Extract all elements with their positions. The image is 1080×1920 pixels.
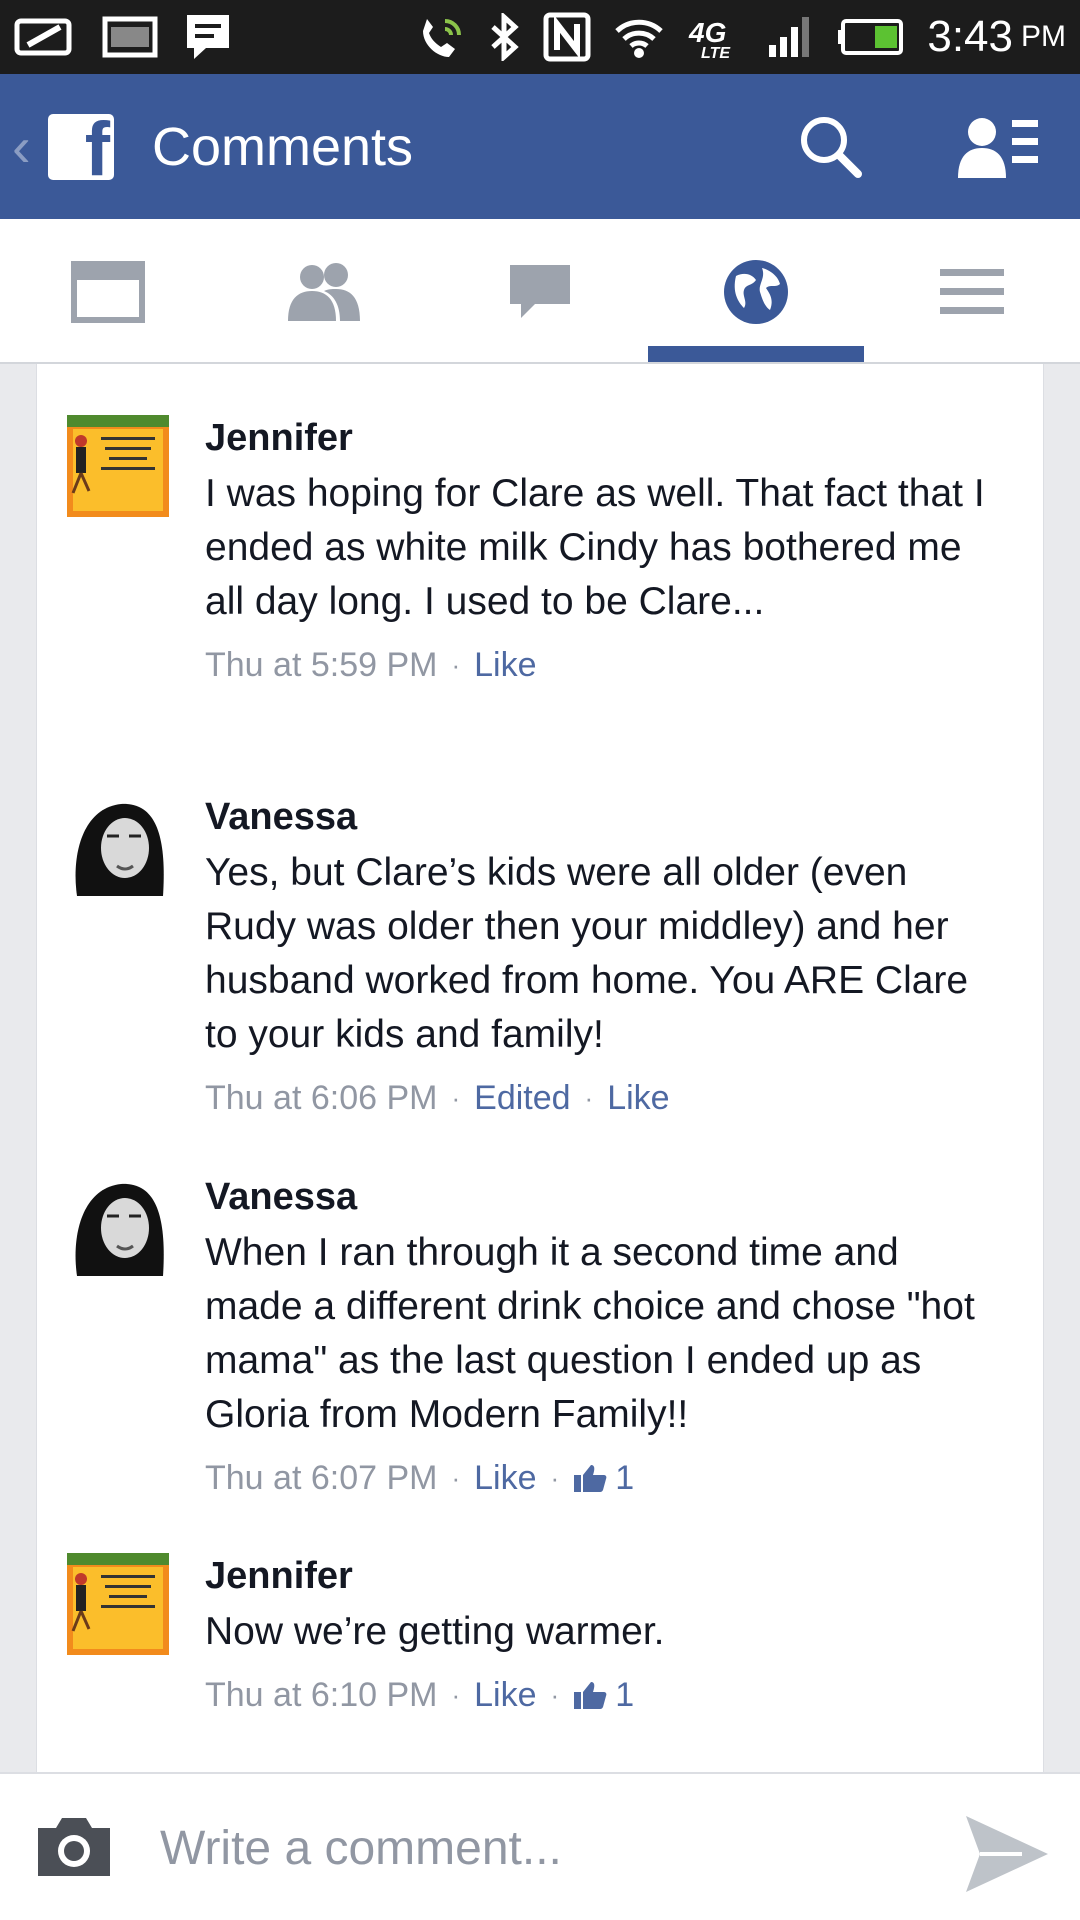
comment-author[interactable]: Jennifer — [205, 1553, 1005, 1599]
bw-portrait-avatar — [67, 1174, 169, 1276]
friends-icon — [288, 262, 360, 321]
comment-text: I was hoping for Clare as well. That fac… — [205, 472, 985, 623]
tab-notifications[interactable] — [648, 219, 864, 364]
friend-requests-button[interactable] — [956, 112, 1040, 182]
comment-timestamp: Thu at 6:10 PM — [205, 1676, 438, 1714]
comment-timestamp: Thu at 6:06 PM — [205, 1079, 438, 1117]
lte-icon: 4G LTE — [687, 14, 745, 60]
clock-am-pm: PM — [1021, 20, 1066, 53]
edited-link[interactable]: Edited — [474, 1076, 570, 1120]
comment-text: Now we’re getting warmer. — [205, 1610, 665, 1653]
app-bar: ‹ f Comments — [0, 74, 1080, 219]
meta-separator: · — [550, 1463, 560, 1493]
like-link[interactable]: Like — [474, 643, 536, 687]
svg-text:LTE: LTE — [701, 45, 731, 60]
comment-author[interactable]: Vanessa — [205, 1174, 1005, 1220]
comment-text: Yes, but Clare’s kids were all older (ev… — [205, 851, 969, 1056]
tab-messages[interactable] — [432, 219, 648, 364]
comment-meta: Thu at 6:10 PM · Like · 1 — [205, 1673, 1005, 1717]
active-tab-indicator — [648, 346, 864, 362]
status-bar: 4G LTE 3:43 PM — [0, 0, 1080, 74]
like-link[interactable]: Like — [474, 1673, 536, 1717]
message-icon — [184, 12, 232, 62]
like-link[interactable]: Like — [474, 1456, 536, 1500]
comment-timestamp: Thu at 5:59 PM — [205, 646, 438, 684]
bluetooth-icon — [489, 13, 521, 61]
page-title: Comments — [152, 116, 414, 177]
menu-icon — [940, 268, 1004, 314]
clock: 3:43 — [927, 12, 1013, 61]
comment-meta: Thu at 6:06 PM · Edited · Like — [205, 1076, 1005, 1120]
friend-requests-icon — [958, 118, 1038, 178]
comment-meta: Thu at 6:07 PM · Like · 1 — [205, 1456, 1005, 1500]
like-count[interactable]: 1 — [573, 1673, 634, 1717]
messages-icon — [510, 264, 570, 318]
news-feed-icon — [71, 260, 145, 323]
yellow-meme-avatar — [67, 415, 169, 517]
search-button[interactable] — [796, 112, 866, 182]
avatar[interactable] — [67, 794, 169, 896]
tab-friends[interactable] — [216, 219, 432, 364]
comments-list: Jennifer I was hoping for Clare as well.… — [36, 364, 1044, 1772]
facebook-logo[interactable]: f — [48, 113, 114, 180]
comment-timestamp: Thu at 6:07 PM — [205, 1459, 438, 1497]
meta-separator: · — [550, 1680, 560, 1710]
tab-more[interactable] — [864, 219, 1080, 364]
call-icon — [415, 13, 467, 61]
comment-author[interactable]: Vanessa — [205, 794, 1005, 840]
comment-author[interactable]: Jennifer — [205, 415, 1005, 461]
nfc-icon — [543, 12, 591, 62]
send-button[interactable] — [962, 1812, 1052, 1901]
meta-separator: · — [451, 1680, 461, 1710]
like-count-value: 1 — [615, 1676, 635, 1714]
meta-separator: · — [451, 1463, 461, 1493]
meta-separator: · — [584, 1083, 594, 1113]
search-icon — [801, 117, 862, 178]
battery-icon — [837, 17, 905, 57]
camera-icon — [38, 1818, 110, 1876]
like-count-value: 1 — [615, 1459, 635, 1497]
wifi-icon — [613, 15, 665, 59]
tab-news-feed[interactable] — [0, 219, 216, 364]
comment-input[interactable] — [160, 1812, 920, 1884]
avatar[interactable] — [67, 415, 169, 517]
back-chevron-icon[interactable]: ‹ — [12, 118, 40, 175]
tab-bar — [0, 219, 1080, 364]
camera-button[interactable] — [34, 1814, 114, 1885]
bw-portrait-avatar — [67, 794, 169, 896]
yellow-meme-avatar — [67, 1553, 169, 1655]
signal-icon — [767, 15, 815, 59]
globe-icon — [724, 259, 788, 324]
comment-meta: Thu at 5:59 PM · Like — [205, 643, 1005, 687]
comment-text: When I ran through it a second time and … — [205, 1231, 975, 1436]
facebook-logo-letter: f — [84, 113, 110, 180]
meta-separator: · — [451, 1083, 461, 1113]
thumbs-up-icon — [574, 1465, 607, 1492]
gallery-icon — [102, 15, 158, 59]
send-icon — [966, 1816, 1048, 1892]
like-link[interactable]: Like — [607, 1076, 669, 1120]
thumbs-up-icon — [574, 1682, 607, 1709]
meta-separator: · — [451, 650, 461, 680]
avatar[interactable] — [67, 1553, 169, 1655]
avatar[interactable] — [67, 1174, 169, 1276]
like-count[interactable]: 1 — [573, 1456, 634, 1500]
svg-text:4G: 4G — [688, 17, 726, 48]
notification-icon — [14, 15, 76, 59]
comment-composer — [0, 1772, 1080, 1920]
